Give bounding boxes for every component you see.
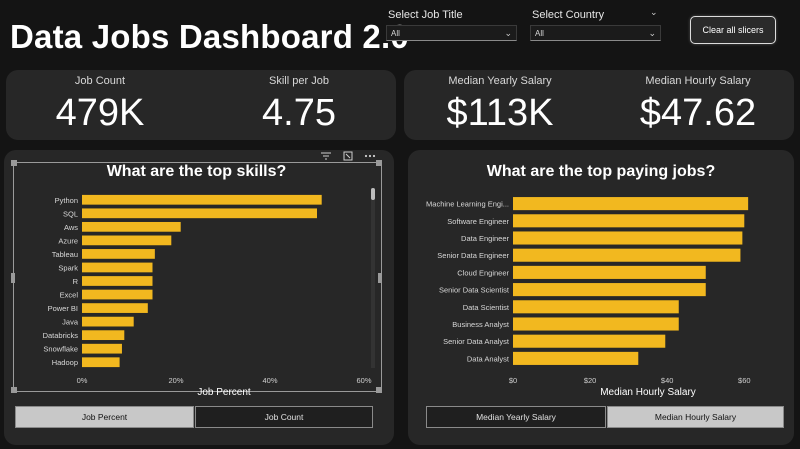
x-tick-label: $20 — [584, 376, 597, 385]
category-label: Data Engineer — [461, 234, 509, 243]
category-label: Senior Data Scientist — [439, 286, 510, 295]
bar[interactable] — [513, 265, 706, 279]
x-tick-label: $0 — [509, 376, 517, 385]
bar[interactable] — [513, 334, 666, 348]
x-tick-label: $60 — [738, 376, 751, 385]
x-axis-label: Median Hourly Salary — [600, 387, 696, 398]
category-label: Cloud Engineer — [457, 268, 509, 277]
bar[interactable] — [513, 317, 679, 331]
job-percent-toggle[interactable]: Job Percent — [15, 406, 194, 428]
category-label: Senior Data Analyst — [443, 337, 510, 346]
bar[interactable] — [513, 231, 743, 245]
median-yearly-salary-toggle[interactable]: Median Yearly Salary — [426, 406, 606, 428]
category-label: Data Analyst — [467, 354, 510, 363]
bar[interactable] — [513, 283, 706, 297]
median-hourly-salary-toggle[interactable]: Median Hourly Salary — [607, 406, 784, 428]
job-count-toggle[interactable]: Job Count — [195, 406, 373, 428]
category-label: Machine Learning Engi... — [426, 200, 509, 209]
category-label: Senior Data Engineer — [437, 251, 509, 260]
x-tick-label: $40 — [661, 376, 674, 385]
bar[interactable] — [513, 248, 741, 262]
bar[interactable] — [513, 214, 745, 228]
category-label: Business Analyst — [452, 320, 510, 329]
bar[interactable] — [513, 300, 679, 314]
category-label: Data Scientist — [463, 303, 510, 312]
jobs-bar-chart: Machine Learning Engi... Software Enginee… — [426, 197, 751, 398]
bar[interactable] — [513, 197, 749, 211]
category-label: Software Engineer — [447, 217, 509, 226]
bar[interactable] — [513, 351, 639, 365]
